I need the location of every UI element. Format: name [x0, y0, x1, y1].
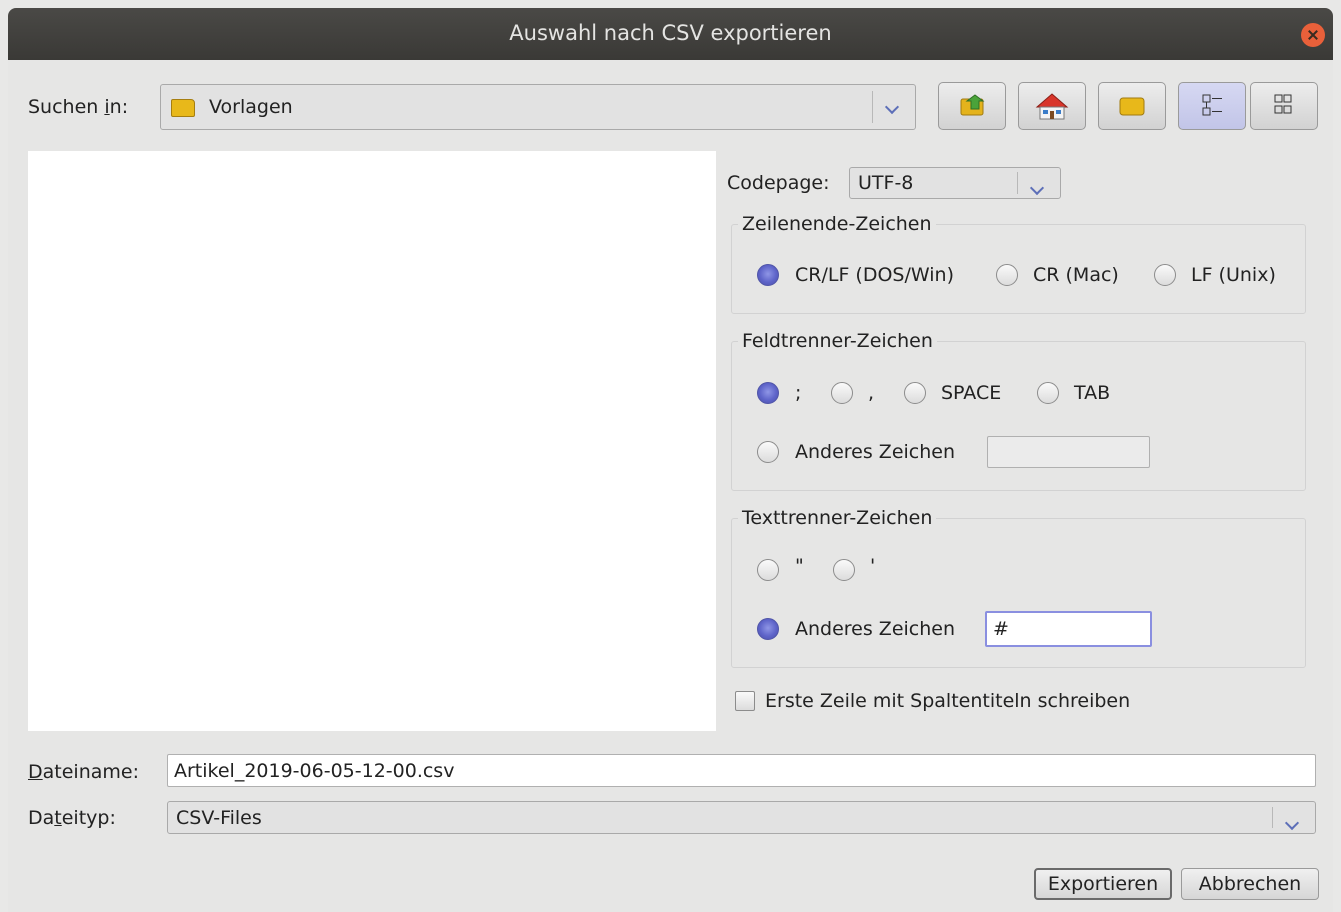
- new-folder-button[interactable]: [1098, 82, 1166, 130]
- folder-icon: [1119, 97, 1145, 116]
- codepage-combo[interactable]: UTF-8: [849, 167, 1061, 199]
- radio-space-label: SPACE: [941, 382, 1002, 404]
- text-other-value[interactable]: [987, 613, 1150, 645]
- radio-cr[interactable]: [996, 264, 1018, 286]
- radio-comma-label: ,: [868, 382, 875, 404]
- chevron-down-icon[interactable]: [1017, 172, 1060, 194]
- field-sep-group: Feldtrenner-Zeichen: [731, 330, 1306, 491]
- filetype-combo[interactable]: CSV-Files: [167, 801, 1316, 834]
- close-button[interactable]: [1301, 23, 1325, 47]
- field-other-value[interactable]: [988, 437, 1149, 467]
- field-other-input[interactable]: [987, 436, 1150, 468]
- radio-comma[interactable]: [831, 382, 853, 404]
- cancel-button[interactable]: Abbrechen: [1181, 868, 1319, 900]
- radio-lf[interactable]: [1154, 264, 1176, 286]
- radio-lf-label: LF (Unix): [1191, 264, 1276, 286]
- radio-field-other-label: Anderes Zeichen: [795, 441, 956, 463]
- filetype-value: CSV-Files: [176, 807, 262, 829]
- home-icon: [1035, 93, 1069, 120]
- radio-double-quote-label: ": [795, 555, 804, 577]
- filetype-label: Dateityp:: [28, 807, 116, 829]
- radio-tab[interactable]: [1037, 382, 1059, 404]
- filename-value[interactable]: [168, 755, 1315, 786]
- radio-single-quote[interactable]: [833, 559, 855, 581]
- filename-label: Dateiname:: [28, 761, 139, 783]
- radio-semicolon-label: ;: [795, 382, 802, 404]
- radio-cr-label: CR (Mac): [1033, 264, 1119, 286]
- text-other-input[interactable]: [985, 611, 1152, 647]
- radio-semicolon[interactable]: [757, 382, 779, 404]
- radio-field-other[interactable]: [757, 441, 779, 463]
- up-folder-button[interactable]: [938, 82, 1006, 130]
- filename-input[interactable]: [167, 754, 1316, 787]
- header-row-label: Erste Zeile mit Spaltentiteln schreiben: [765, 690, 1131, 712]
- chevron-down-icon[interactable]: [1272, 807, 1315, 828]
- radio-tab-label: TAB: [1074, 382, 1111, 404]
- radio-single-quote-label: ': [870, 555, 876, 577]
- details-view-icon: [1274, 94, 1292, 114]
- radio-text-other-label: Anderes Zeichen: [795, 618, 956, 640]
- list-view-icon: [1202, 94, 1222, 116]
- radio-space[interactable]: [904, 382, 926, 404]
- lookin-value: Vorlagen: [209, 96, 293, 118]
- field-sep-title: Feldtrenner-Zeichen: [738, 330, 937, 352]
- header-row-checkbox[interactable]: [735, 691, 755, 711]
- text-sep-title: Texttrenner-Zeichen: [738, 507, 937, 529]
- export-button[interactable]: Exportieren: [1034, 868, 1172, 900]
- list-view-button[interactable]: [1178, 82, 1246, 130]
- radio-crlf[interactable]: [757, 264, 779, 286]
- folder-icon: [171, 99, 195, 117]
- window-title: Auswahl nach CSV exportieren: [509, 21, 832, 45]
- lookin-label: Suchen in:: [28, 96, 129, 118]
- codepage-label: Codepage:: [727, 172, 830, 194]
- codepage-value: UTF-8: [858, 172, 914, 194]
- radio-crlf-label: CR/LF (DOS/Win): [795, 264, 954, 286]
- radio-double-quote[interactable]: [757, 559, 779, 581]
- chevron-down-icon[interactable]: [872, 91, 915, 123]
- title-bar: Auswahl nach CSV exportieren: [8, 8, 1333, 60]
- radio-text-other[interactable]: [757, 618, 779, 640]
- lookin-combo[interactable]: Vorlagen: [160, 84, 916, 130]
- details-view-button[interactable]: [1250, 82, 1318, 130]
- home-button[interactable]: [1018, 82, 1086, 130]
- up-folder-icon: [960, 94, 985, 116]
- file-list[interactable]: [28, 151, 716, 731]
- line-end-title: Zeilenende-Zeichen: [738, 213, 936, 235]
